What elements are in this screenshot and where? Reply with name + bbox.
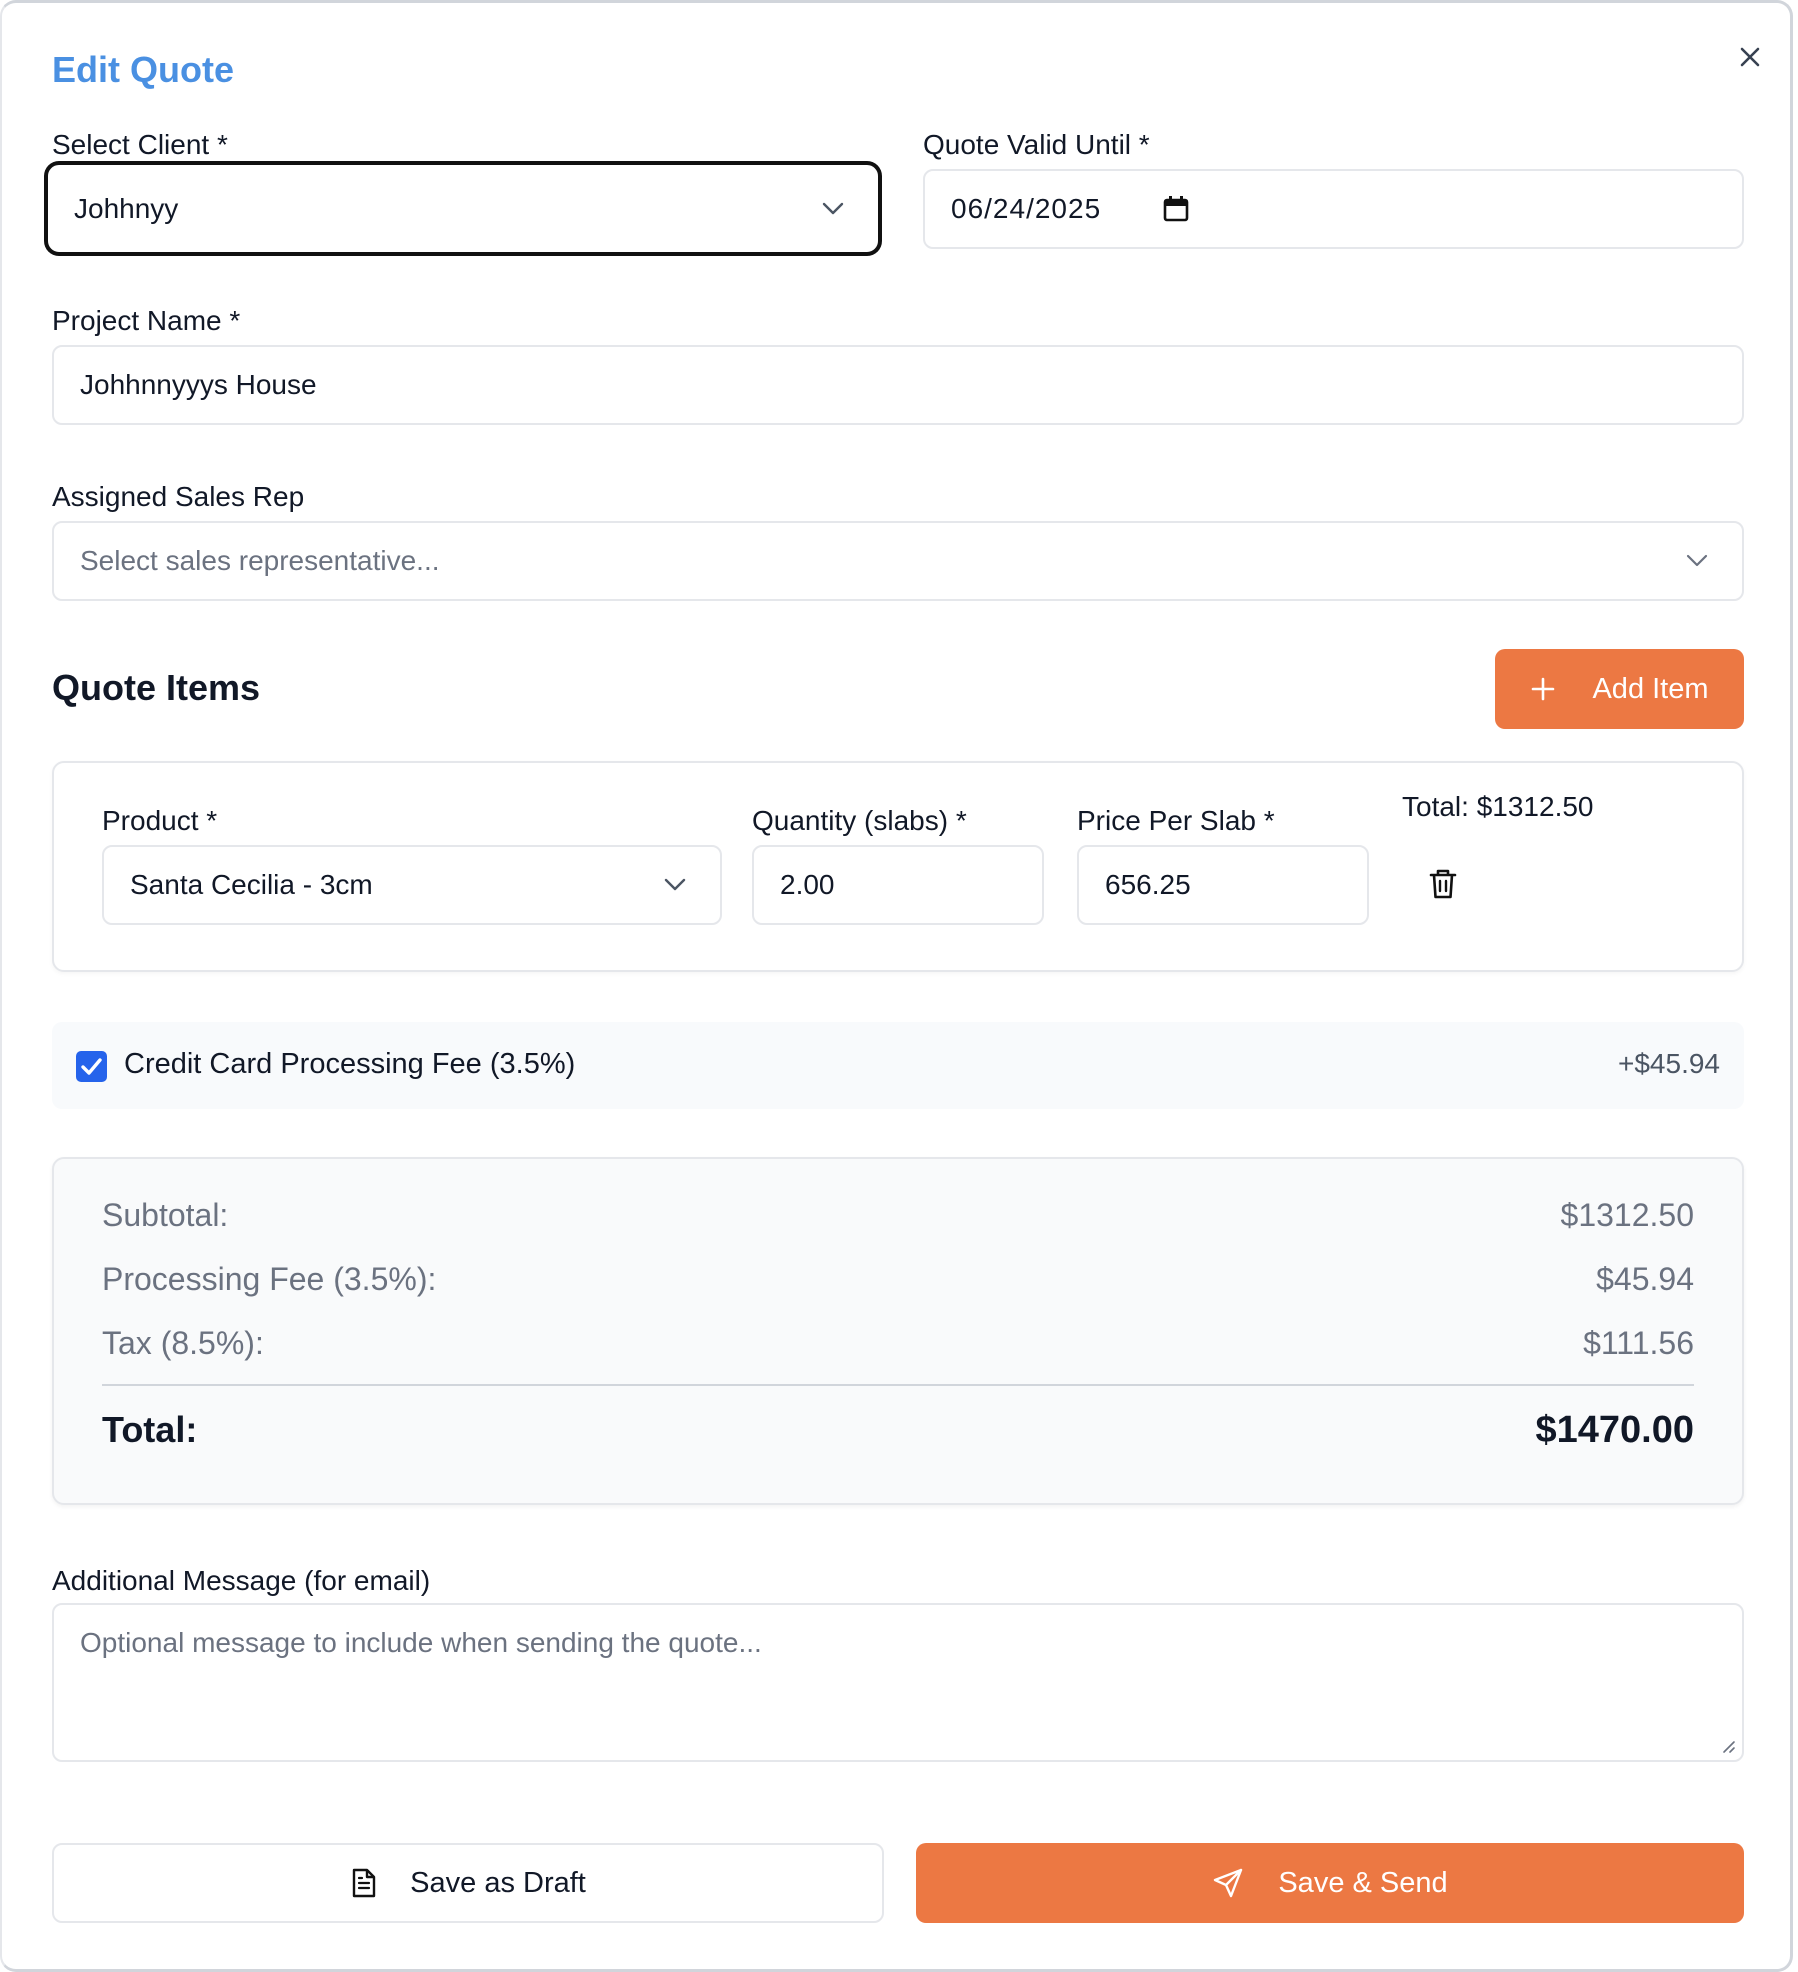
chevron-down-icon [822, 202, 844, 214]
select-client-dropdown[interactable]: Johhnyy [45, 162, 881, 255]
quantity-label: Quantity (slabs) * [752, 805, 967, 836]
trash-icon[interactable] [1428, 867, 1458, 901]
dialog-title: Edit Quote [52, 49, 234, 90]
total-value: $1470.00 [1535, 1409, 1695, 1451]
sales-rep-label: Assigned Sales Rep [52, 481, 305, 512]
price-per-slab-value: 656.25 [1105, 869, 1191, 900]
save-as-draft-button[interactable]: Save as Draft [52, 1843, 884, 1923]
processing-fee-label: Credit Card Processing Fee (3.5%) [124, 1048, 576, 1080]
quote-items-title: Quote Items [52, 667, 261, 708]
processing-fee-amount: +$45.94 [1618, 1048, 1720, 1079]
item-total: Total: $1312.50 [1402, 791, 1594, 822]
processing-fee-row: Credit Card Processing Fee (3.5%) +$45.9… [52, 1022, 1744, 1109]
quantity-value: 2.00 [780, 869, 835, 900]
product-value: Santa Cecilia - 3cm [130, 869, 373, 900]
processing-fee-summary-value: $45.94 [1596, 1261, 1694, 1297]
edit-quote-dialog: Edit Quote Select Client * Johhnyy Quote… [0, 0, 1793, 1972]
valid-until-date-input[interactable]: 06/24/2025 [923, 169, 1744, 249]
tax-label: Tax (8.5%): [102, 1325, 264, 1361]
total-label: Total: [102, 1409, 198, 1450]
save-and-send-label: Save & Send [1278, 1866, 1448, 1899]
project-name-value: Johhnnyyys House [80, 369, 317, 400]
select-client-value: Johhnyy [74, 192, 179, 224]
quote-item-card: Product * Santa Cecilia - 3cm Quantity (… [52, 761, 1744, 972]
project-name-label: Project Name * [52, 305, 241, 336]
save-as-draft-label: Save as Draft [410, 1866, 586, 1899]
sales-rep-dropdown[interactable]: Select sales representative... [52, 521, 1744, 601]
processing-fee-summary-label: Processing Fee (3.5%): [102, 1261, 437, 1297]
additional-message-textarea[interactable]: Optional message to include when sending… [52, 1603, 1744, 1762]
subtotal-label: Subtotal: [102, 1197, 229, 1233]
chevron-down-icon [664, 878, 686, 891]
plus-icon [1532, 677, 1555, 701]
tax-value: $111.56 [1583, 1325, 1694, 1361]
calendar-icon[interactable] [1163, 195, 1189, 223]
quote-summary: Subtotal: $1312.50 Processing Fee (3.5%)… [52, 1157, 1744, 1505]
processing-fee-checkbox[interactable] [76, 1051, 107, 1082]
project-name-input[interactable]: Johhnnyyys House [52, 345, 1744, 425]
document-icon [352, 1868, 376, 1898]
price-per-slab-input[interactable]: 656.25 [1077, 845, 1369, 925]
summary-divider [102, 1384, 1694, 1386]
additional-message-placeholder: Optional message to include when sending… [80, 1627, 762, 1658]
subtotal-value: $1312.50 [1560, 1197, 1694, 1233]
product-label: Product * [102, 805, 218, 836]
checkmark-icon [81, 1058, 102, 1075]
price-per-slab-label: Price Per Slab * [1077, 805, 1275, 836]
close-icon[interactable] [1730, 37, 1770, 77]
valid-until-label: Quote Valid Until * [923, 129, 1150, 160]
resize-handle-icon[interactable] [1720, 1738, 1736, 1754]
add-item-label: Add Item [1592, 672, 1709, 705]
select-client-label: Select Client * [52, 129, 228, 160]
chevron-down-icon [1686, 554, 1708, 567]
quantity-input[interactable]: 2.00 [752, 845, 1044, 925]
send-icon [1214, 1868, 1243, 1898]
product-dropdown[interactable]: Santa Cecilia - 3cm [102, 845, 722, 925]
add-item-button[interactable]: Add Item [1495, 649, 1744, 729]
sales-rep-placeholder: Select sales representative... [80, 545, 440, 576]
valid-until-value: 06/24/2025 [951, 193, 1102, 224]
save-and-send-button[interactable]: Save & Send [916, 1843, 1744, 1923]
additional-message-label: Additional Message (for email) [52, 1565, 431, 1596]
